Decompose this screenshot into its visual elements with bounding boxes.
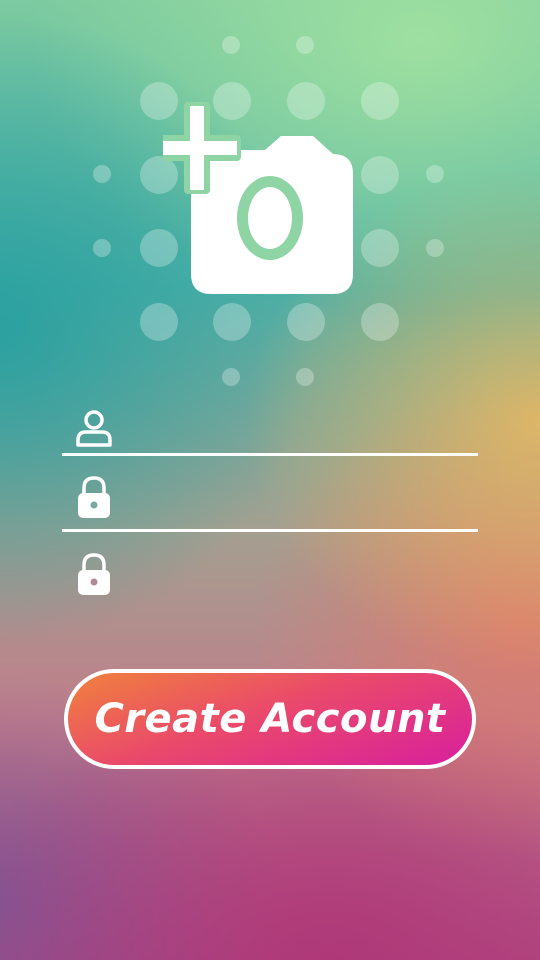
create-account-label: Create Account bbox=[94, 696, 446, 742]
password-input[interactable] bbox=[132, 476, 476, 518]
logo-dot bbox=[213, 303, 251, 341]
username-underline bbox=[62, 453, 478, 456]
logo-dot bbox=[222, 368, 240, 386]
password-field[interactable] bbox=[62, 466, 478, 526]
logo-dot bbox=[93, 239, 111, 257]
username-input[interactable] bbox=[132, 407, 476, 449]
confirm-password-input[interactable] bbox=[132, 553, 476, 595]
confirm-password-field[interactable] bbox=[62, 543, 478, 603]
username-field[interactable] bbox=[62, 397, 478, 457]
logo-dot bbox=[361, 303, 399, 341]
logo-dot bbox=[361, 229, 399, 267]
password-underline bbox=[62, 529, 478, 532]
logo-dot bbox=[296, 36, 314, 54]
lock-icon bbox=[78, 476, 110, 518]
logo-dot bbox=[361, 156, 399, 194]
logo-dot bbox=[426, 165, 444, 183]
logo-dot bbox=[296, 368, 314, 386]
app-logo bbox=[85, 30, 455, 390]
logo-dot bbox=[140, 303, 178, 341]
create-account-button[interactable]: Create Account bbox=[64, 669, 476, 769]
logo-dot bbox=[222, 36, 240, 54]
logo-dot bbox=[287, 303, 325, 341]
logo-dot bbox=[93, 165, 111, 183]
lock-icon bbox=[78, 553, 110, 595]
add-photo-icon bbox=[163, 102, 353, 294]
logo-dot bbox=[426, 239, 444, 257]
user-icon bbox=[76, 410, 112, 447]
logo-dot bbox=[361, 82, 399, 120]
